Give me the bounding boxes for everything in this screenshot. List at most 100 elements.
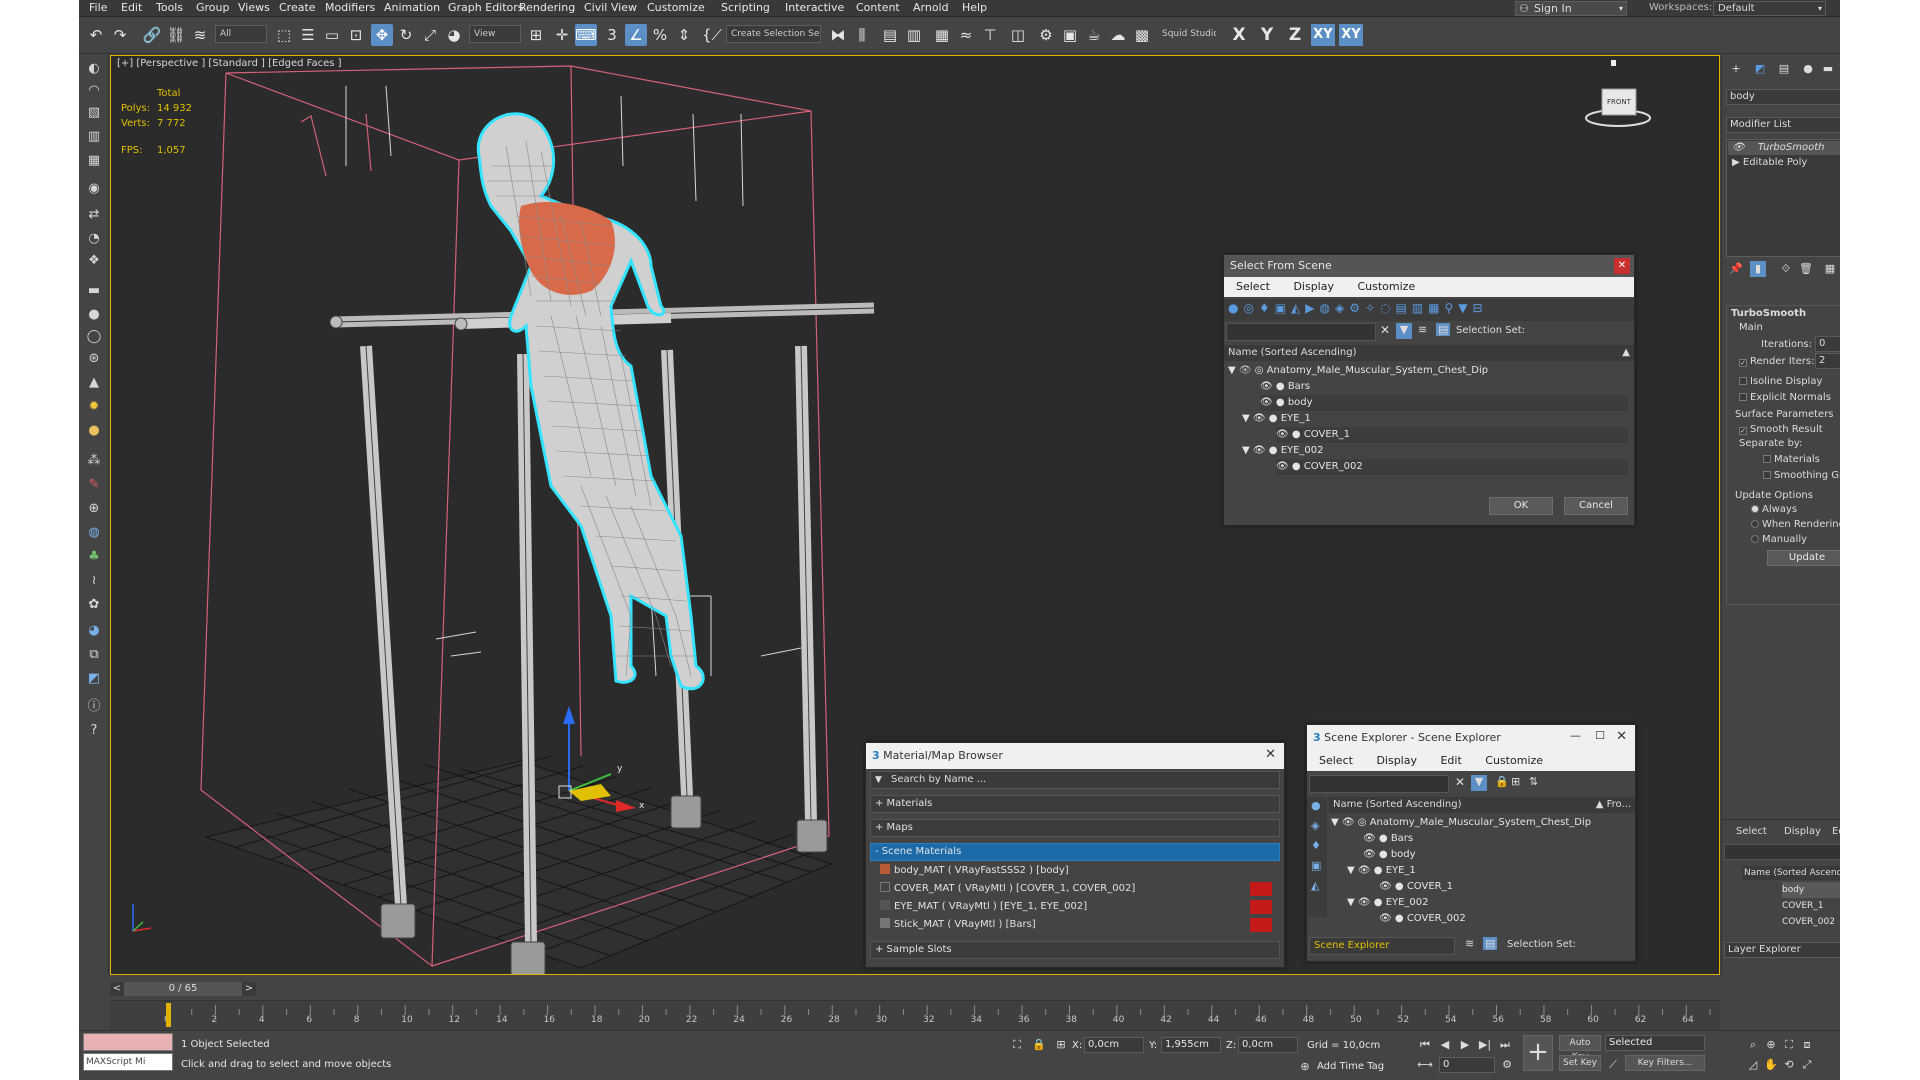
paint-icon[interactable]: ✎ (84, 475, 104, 495)
menu-display[interactable]: Display (1293, 280, 1334, 293)
material-row[interactable]: EYE_MAT ( VRayMtl ) [EYE_1, EYE_002] (880, 899, 1276, 915)
schematic-view-icon[interactable]: ⊤ (979, 24, 1001, 46)
menu-animation[interactable]: Animation (384, 1, 440, 14)
select-object-icon[interactable]: ⬚ (273, 24, 295, 46)
hierarchy-icon[interactable]: ⊞ (1511, 775, 1520, 788)
layer-column-header[interactable]: Name (Sorted Ascending) (1742, 866, 1840, 880)
filter-icon[interactable]: ▼ (1396, 323, 1412, 339)
sun-icon[interactable]: ✹ (84, 397, 104, 417)
prev-key-icon[interactable]: ◀ (1437, 1037, 1453, 1053)
geosphere-icon[interactable]: ⊛ (84, 349, 104, 369)
material-editor-icon[interactable]: ◫ (1007, 24, 1029, 46)
display-helpers-icon[interactable]: ◭ (1311, 879, 1319, 892)
update-button[interactable]: Update (1767, 550, 1840, 566)
display-shapes-icon[interactable]: ◈ (1311, 819, 1319, 832)
smooth-result-checkbox[interactable]: ✓ (1739, 427, 1747, 435)
layer-menu-display[interactable]: Display (1784, 826, 1821, 837)
field-of-view-icon[interactable]: ◿ (1745, 1057, 1761, 1073)
display-lights-icon[interactable]: ♦ (1311, 839, 1321, 852)
layer-menu-select[interactable]: Select (1736, 826, 1767, 837)
bone-icon[interactable]: ❖ (84, 251, 104, 271)
toggle-layer-explorer-icon[interactable]: ▥ (903, 24, 925, 46)
isoline-checkbox[interactable] (1739, 377, 1747, 385)
align-icon[interactable]: ⫼ (851, 24, 873, 46)
grid-icon[interactable]: ▦ (84, 151, 104, 171)
tree-row[interactable]: ▼ 👁 ● EYE_1 (1242, 411, 1628, 427)
manually-radio[interactable] (1751, 535, 1759, 543)
render-in-cloud-icon[interactable]: ☁ (1107, 24, 1129, 46)
smoothing-groups-row[interactable]: Smoothing Groups (1763, 470, 1840, 481)
menu-file[interactable]: File (89, 1, 107, 14)
make-unique-icon[interactable]: ⟐ (1778, 261, 1794, 277)
axis-z-button[interactable]: Z (1283, 24, 1307, 46)
materials-row[interactable]: Materials (1763, 454, 1820, 465)
column-header[interactable]: Name (Sorted Ascending) ▲ Fro... (1329, 797, 1635, 813)
time-tag-icon[interactable]: ⊕ (1297, 1059, 1313, 1075)
axis-x-button[interactable]: X (1227, 24, 1251, 46)
menu-interactive[interactable]: Interactive (785, 1, 844, 14)
light-icon[interactable]: ◉ (84, 179, 104, 199)
search-input[interactable] (1309, 775, 1449, 793)
zoom-icon[interactable]: ⌕ (1745, 1037, 1761, 1053)
eye-icon[interactable]: 👁 (1260, 381, 1273, 392)
menu-tools[interactable]: Tools (156, 1, 183, 14)
cancel-button[interactable]: Cancel (1564, 497, 1628, 515)
selection-lock-icon[interactable]: 🔒 (1031, 1037, 1047, 1053)
helpers-icon[interactable]: ⊕ (84, 499, 104, 519)
axis-xy-cycle-button[interactable]: XY (1339, 24, 1363, 46)
lock-icon[interactable]: 🔒 (1495, 775, 1509, 788)
stack-item-editable-poly[interactable]: ▶ Editable Poly (1728, 156, 1840, 170)
render-activeshade-icon[interactable]: ▩ (1131, 24, 1153, 46)
select-place-icon[interactable]: ◕ (443, 24, 465, 46)
always-row[interactable]: Always (1751, 504, 1797, 515)
always-radio[interactable] (1751, 505, 1759, 513)
explicit-normals-checkbox[interactable] (1739, 393, 1747, 401)
layers-icon[interactable]: ≋ (1465, 937, 1474, 950)
keyboard-shortcut-toggle-icon[interactable]: ⌨ (575, 24, 597, 46)
redo-icon[interactable]: ↷ (109, 24, 131, 46)
pivot-center-icon[interactable]: ⊞ (525, 24, 547, 46)
layer-menu-edit[interactable]: Edit (1832, 826, 1840, 837)
menu-edit[interactable]: Edit (121, 1, 142, 14)
bind-spacewarp-icon[interactable]: ≋ (189, 24, 211, 46)
layer-row[interactable]: COVER_1 (1782, 898, 1840, 914)
manually-row[interactable]: Manually (1751, 534, 1807, 545)
eye-icon[interactable]: 👁 (1358, 865, 1371, 876)
absolute-offset-icon[interactable]: ⊞ (1053, 1037, 1069, 1053)
close-icon[interactable]: ✕ (1265, 747, 1276, 762)
menu-civil-view[interactable]: Civil View (584, 1, 637, 14)
maxscript-mini-listener[interactable]: MAXScript Mi (83, 1053, 173, 1071)
goto-end-icon[interactable]: ⏭ (1497, 1037, 1513, 1053)
show-end-result-icon[interactable]: ▮ (1750, 261, 1766, 277)
tree-row[interactable]: ▼ 👁 ● EYE_002 (1347, 895, 1631, 911)
search-input[interactable]: ▼ Search by Name ... (870, 771, 1280, 789)
sweep-icon[interactable]: ◔ (84, 229, 104, 249)
percent-snap-icon[interactable]: % (649, 24, 671, 46)
material-row[interactable]: Stick_MAT ( VRayMtl ) [Bars] (880, 917, 1276, 933)
material-row[interactable]: body_MAT ( VRayFastSSS2 ) [body] (880, 863, 1276, 879)
selection-filter-dropdown[interactable]: All (215, 25, 267, 43)
transform-icon[interactable]: ⇄ (84, 205, 104, 225)
search-input[interactable] (1226, 323, 1376, 341)
tree-row[interactable]: 👁 ● body (1260, 395, 1628, 411)
eye-icon[interactable]: 👁 (1358, 897, 1371, 908)
when-rendering-row[interactable]: When Rendering (1751, 519, 1840, 530)
sync-selection-icon[interactable]: ⇅ (1529, 775, 1538, 788)
menu-graph-editors[interactable]: Graph Editors (448, 1, 524, 14)
material-sphere-icon[interactable]: ◕ (84, 621, 104, 641)
menu-display[interactable]: Display (1376, 754, 1417, 767)
auto-key-button[interactable]: Auto Key (1559, 1035, 1601, 1062)
eye-icon[interactable]: 👁 (1363, 833, 1376, 844)
x-coord-field[interactable]: 0,0cm (1084, 1037, 1144, 1053)
eye-icon[interactable]: 👁 (1342, 817, 1355, 828)
clear-search-icon[interactable]: ✕ (1380, 323, 1390, 337)
tree-row[interactable]: 👁 ● COVER_002 (1276, 459, 1628, 475)
smooth-result-row[interactable]: ✓ Smooth Result (1739, 424, 1823, 435)
explicit-normals-row[interactable]: Explicit Normals (1739, 392, 1831, 403)
menu-customize[interactable]: Customize (1357, 280, 1415, 293)
tree-row[interactable]: ▼ 👁 ● EYE_1 (1347, 863, 1631, 879)
viewport-label[interactable]: [+] [Perspective ] [Standard ] [Edged Fa… (117, 58, 342, 69)
object-name-field[interactable]: body (1726, 89, 1840, 105)
column-header[interactable]: Name (Sorted Ascending) ▲ (1224, 345, 1634, 361)
modifier-list-dropdown[interactable]: Modifier List (1726, 117, 1840, 133)
